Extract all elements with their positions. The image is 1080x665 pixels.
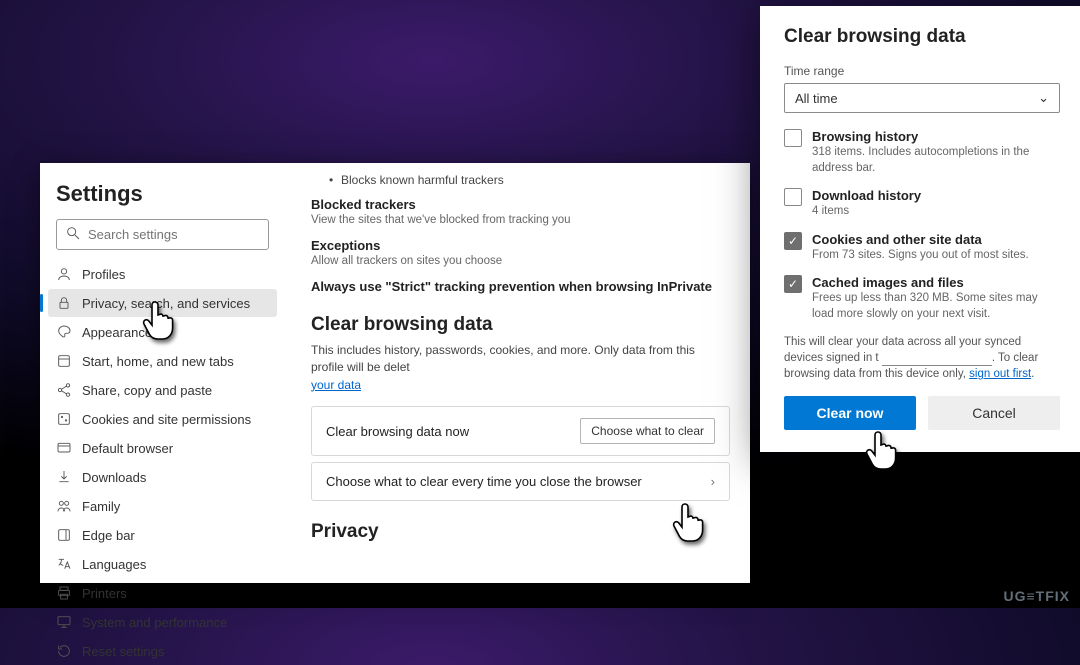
- privacy-heading: Privacy: [311, 521, 730, 543]
- search-input[interactable]: [88, 227, 264, 242]
- clear-now-row: Clear browsing data now Choose what to c…: [311, 406, 730, 456]
- sidebar-item-family[interactable]: Family: [48, 492, 277, 520]
- cbd-desc: This includes history, passwords, cookie…: [311, 342, 730, 394]
- time-range-select[interactable]: All time ⌄: [784, 83, 1060, 113]
- checkbox-box[interactable]: [784, 129, 802, 147]
- system-icon: [56, 614, 72, 630]
- sidebar-item-label: Start, home, and new tabs: [82, 354, 234, 369]
- clear-browsing-data-dialog: Clear browsing data Time range All time …: [760, 6, 1080, 452]
- clear-on-close-row[interactable]: Choose what to clear every time you clos…: [311, 462, 730, 501]
- sync-note: This will clear your data across all you…: [784, 334, 1060, 382]
- sidebar-item-start-home-and-new-tabs[interactable]: Start, home, and new tabs: [48, 347, 277, 375]
- time-range-label: Time range: [784, 64, 1060, 78]
- dialog-buttons: Clear now Cancel: [784, 396, 1060, 430]
- search-input-wrap[interactable]: [56, 219, 269, 250]
- checkbox-download-history[interactable]: Download history4 items: [784, 188, 1060, 220]
- share-icon: [56, 382, 72, 398]
- cursor-icon: [670, 500, 710, 546]
- sidebar-item-label: Printers: [82, 586, 127, 601]
- checkbox-title: Browsing history: [812, 129, 1060, 144]
- checkbox-sub: 318 items. Includes autocompletions in t…: [812, 145, 1060, 176]
- sidebar-item-system-and-performance[interactable]: System and performance: [48, 608, 277, 636]
- settings-window: Settings ProfilesPrivacy, search, and se…: [40, 163, 750, 583]
- blocked-trackers-desc: View the sites that we've blocked from t…: [311, 214, 730, 226]
- lock-icon: [56, 295, 72, 311]
- checkbox-box[interactable]: ✓: [784, 275, 802, 293]
- checkbox-cached[interactable]: ✓ Cached images and filesFrees up less th…: [784, 275, 1060, 322]
- cursor-icon: [140, 298, 180, 344]
- sidebar-item-languages[interactable]: Languages: [48, 550, 277, 578]
- downloads-icon: [56, 469, 72, 485]
- sidebar-item-downloads[interactable]: Downloads: [48, 463, 277, 491]
- checkbox-title: Download history: [812, 188, 921, 203]
- reset-icon: [56, 643, 72, 659]
- chevron-right-icon: ›: [711, 474, 715, 489]
- time-range-value: All time: [795, 91, 838, 106]
- sidebar-item-label: Share, copy and paste: [82, 383, 212, 398]
- checkbox-sub: 4 items: [812, 204, 921, 220]
- sidebar-item-label: Default browser: [82, 441, 173, 456]
- checkbox-box[interactable]: [784, 188, 802, 206]
- checkbox-title: Cookies and other site data: [812, 232, 1029, 247]
- profiles-icon: [56, 266, 72, 282]
- sidebar-item-label: Downloads: [82, 470, 146, 485]
- start-icon: [56, 353, 72, 369]
- cursor-icon: [863, 428, 903, 474]
- chevron-down-icon: ⌄: [1038, 90, 1049, 106]
- checkbox-sub: Frees up less than 320 MB. Some sites ma…: [812, 291, 1060, 322]
- dialog-title: Clear browsing data: [784, 26, 1060, 48]
- sidebar-item-label: Cookies and site permissions: [82, 412, 251, 427]
- watermark: UG≡TFIX: [1004, 588, 1071, 604]
- sidebar-item-profiles[interactable]: Profiles: [48, 260, 277, 288]
- sidebar-item-label: Family: [82, 499, 120, 514]
- strict-row[interactable]: Always use "Strict" tracking prevention …: [311, 279, 730, 294]
- languages-icon: [56, 556, 72, 572]
- sidebar-item-cookies-and-site-permissions[interactable]: Cookies and site permissions: [48, 405, 277, 433]
- blocked-trackers-row[interactable]: Blocked trackers View the sites that we'…: [311, 197, 730, 226]
- sidebar-item-printers[interactable]: Printers: [48, 579, 277, 607]
- edge-bar-icon: [56, 527, 72, 543]
- sidebar-item-label: System and performance: [82, 615, 227, 630]
- blocked-trackers-title: Blocked trackers: [311, 197, 730, 212]
- clear-now-label: Clear browsing data now: [326, 424, 469, 439]
- family-icon: [56, 498, 72, 514]
- cookies-icon: [56, 411, 72, 427]
- search-icon: [65, 225, 81, 244]
- bullet-text: Blocks known harmful trackers: [311, 169, 730, 197]
- sidebar-item-label: Edge bar: [82, 528, 135, 543]
- sidebar-item-edge-bar[interactable]: Edge bar: [48, 521, 277, 549]
- sidebar-item-label: Reset settings: [82, 644, 164, 659]
- checkbox-sub: From 73 sites. Signs you out of most sit…: [812, 248, 1029, 264]
- sidebar-item-label: Profiles: [82, 267, 125, 282]
- exceptions-title: Exceptions: [311, 238, 730, 253]
- checkbox-box[interactable]: ✓: [784, 232, 802, 250]
- clear-now-button[interactable]: Clear now: [784, 396, 916, 430]
- settings-title: Settings: [56, 181, 269, 207]
- checkbox-browsing-history[interactable]: Browsing history318 items. Includes auto…: [784, 129, 1060, 176]
- checkbox-cookies[interactable]: ✓ Cookies and other site dataFrom 73 site…: [784, 232, 1060, 264]
- choose-what-to-clear-button[interactable]: Choose what to clear: [580, 418, 715, 444]
- exceptions-desc: Allow all trackers on sites you choose: [311, 255, 730, 267]
- sidebar-item-label: Languages: [82, 557, 146, 572]
- manage-data-link[interactable]: your data: [311, 378, 361, 392]
- cancel-button[interactable]: Cancel: [928, 396, 1060, 430]
- cbd-heading: Clear browsing data: [311, 314, 730, 336]
- printers-icon: [56, 585, 72, 601]
- redacted-account: [882, 365, 992, 366]
- default-browser-icon: [56, 440, 72, 456]
- exceptions-row[interactable]: Exceptions Allow all trackers on sites y…: [311, 238, 730, 267]
- sign-out-link[interactable]: sign out first: [969, 368, 1031, 380]
- sidebar-item-default-browser[interactable]: Default browser: [48, 434, 277, 462]
- checkbox-title: Cached images and files: [812, 275, 1060, 290]
- clear-on-close-label: Choose what to clear every time you clos…: [326, 474, 642, 489]
- sidebar-item-share-copy-and-paste[interactable]: Share, copy and paste: [48, 376, 277, 404]
- sidebar-item-reset-settings[interactable]: Reset settings: [48, 637, 277, 665]
- appearance-icon: [56, 324, 72, 340]
- sidebar: Settings ProfilesPrivacy, search, and se…: [40, 163, 285, 583]
